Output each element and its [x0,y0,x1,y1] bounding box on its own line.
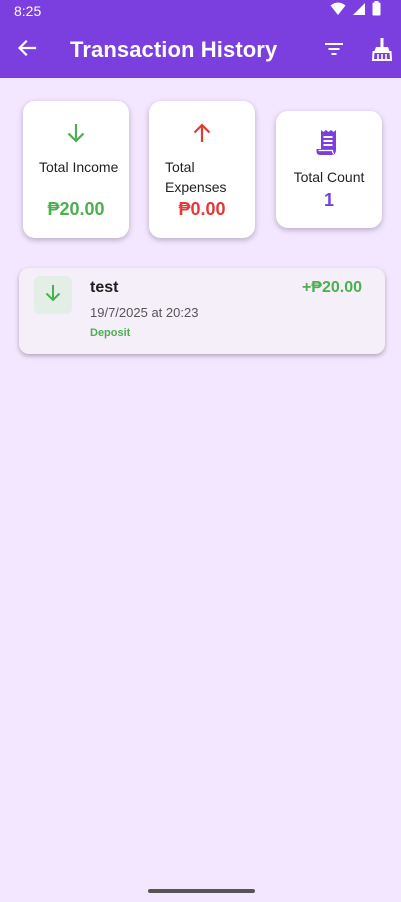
total-count-card: Total Count 1 [276,111,382,228]
status-time: 8:25 [14,3,42,19]
arrow-up-icon [190,121,214,147]
transaction-item[interactable]: test +₱20.00 19/7/2025 at 20:23 Deposit [19,268,385,354]
filter-icon [324,41,344,62]
filter-button[interactable] [318,35,350,67]
home-indicator[interactable] [148,889,255,893]
wifi-icon [330,2,346,21]
transaction-type-icon-box [34,276,72,314]
cellular-signal-icon [352,2,366,21]
status-icons [330,1,381,21]
total-income-label: Total Income [39,159,119,175]
battery-icon [372,1,381,21]
arrow-down-icon [43,283,63,308]
back-button[interactable] [12,35,42,65]
total-expenses-label: Total Expenses [165,159,227,195]
arrow-left-icon [17,38,37,63]
app-bar: Transaction History [0,22,401,78]
total-expenses-card: Total Expenses ₱0.00 [149,101,255,238]
transaction-date: 19/7/2025 at 20:23 [90,305,199,320]
transaction-name: test [90,279,119,296]
arrow-down-icon [64,121,88,147]
clear-history-button[interactable] [365,34,399,68]
broom-icon [371,37,393,66]
total-count-value: 1 [323,190,334,210]
total-expenses-value: ₱0.00 [178,199,226,219]
total-income-value: ₱20.00 [47,199,105,219]
status-bar: 8:25 [0,0,401,22]
receipt-icon [316,129,342,155]
total-count-label: Total Count [293,169,365,185]
page-title: Transaction History [70,37,278,62]
transaction-type: Deposit [90,327,131,339]
total-income-card: Total Income ₱20.00 [23,101,129,238]
transaction-amount: +₱20.00 [301,279,362,296]
